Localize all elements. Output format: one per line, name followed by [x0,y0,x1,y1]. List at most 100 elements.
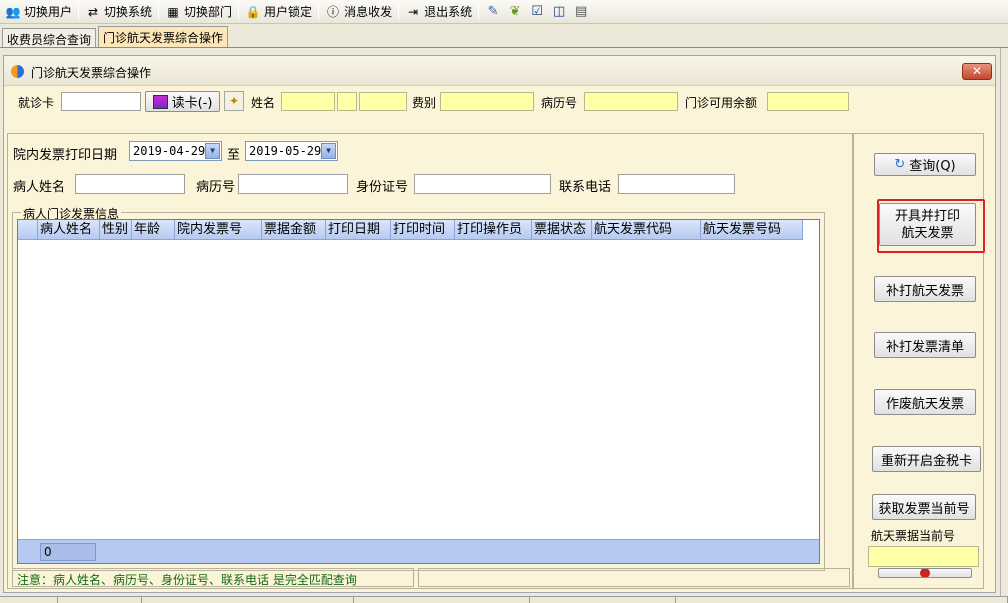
close-button[interactable]: ✕ [962,63,992,80]
name-label: 姓名 [251,96,276,110]
checkbox-icon[interactable]: ☑ [528,3,546,21]
toolbar-separator [158,3,160,20]
phone-input[interactable] [618,174,735,194]
reprint-list-button[interactable]: 补打发票清单 [874,332,976,358]
current-number-field [868,546,979,567]
switch-user-button[interactable]: 👥 切换用户 [2,2,75,22]
current-number-label: 航天票据当前号 [871,529,956,543]
medal-icon[interactable]: ❦ [506,3,524,21]
switch-department-button[interactable]: ▦ 切换部门 [162,2,235,22]
column-header[interactable]: 航天发票号码 [701,220,803,240]
column-header[interactable]: 年龄 [132,220,175,240]
status-cell [58,597,142,603]
card-number-input[interactable] [61,92,141,111]
messages-button[interactable]: ⓘ 消息收发 [322,2,395,22]
lock-user-button[interactable]: 🔒 用户锁定 [242,2,315,22]
to-label: 至 [227,148,241,163]
column-header[interactable]: 打印日期 [326,220,391,240]
column-header[interactable]: 性别 [100,220,132,240]
edit-icon[interactable]: ✎ [484,3,502,21]
status-bar [0,596,1008,603]
reprint-invoice-button[interactable]: 补打航天发票 [874,276,976,302]
column-header[interactable]: 打印时间 [391,220,455,240]
document-tabs: 收费员综合查询 门诊航天发票综合操作 [0,26,1008,48]
read-card-button[interactable]: 读卡(-) [145,91,220,112]
grid-header: 病人姓名 性别 年龄 院内发票号 票据金额 打印日期 打印时间 打印操作员 票据… [18,220,803,240]
messages-label: 消息收发 [344,5,393,19]
switch-user-icon: 👥 [5,4,21,19]
row-indicator-header [18,220,38,240]
print-date-label: 院内发票打印日期 [13,148,118,163]
date-from-picker[interactable]: 2019-04-29 ▼ [129,141,222,161]
void-invoice-button[interactable]: 作废航天发票 [874,389,976,415]
patient-name-input[interactable] [75,174,185,194]
status-cell [0,597,58,603]
column-header[interactable]: 院内发票号 [175,220,262,240]
read-card-label: 读卡(-) [171,96,213,111]
dialog-titlebar: 门诊航天发票综合操作 ✕ [4,56,995,86]
highlight-box [877,199,985,253]
query-button[interactable]: ↻ 查询(Q) [874,153,976,176]
toolbar-separator [478,3,480,20]
age-field [359,92,407,111]
id-number-input[interactable] [414,174,551,194]
exit-button[interactable] [878,568,972,578]
date-to-picker[interactable]: 2019-05-29 ▼ [245,141,338,161]
phone-label: 联系电话 [559,180,612,195]
info-icon: ⓘ [327,4,340,19]
exit-system-label: 退出系统 [424,5,473,19]
card-reader-icon [152,94,168,109]
restart-tax-card-button[interactable]: 重新开启金税卡 [872,446,981,472]
toolbar-separator [238,3,240,20]
fee-type-field [440,92,534,111]
exit-system-button[interactable]: ⇥ 退出系统 [402,2,475,22]
switch-system-label: 切换系统 [104,5,153,19]
match-hint: 注意：病人姓名、病历号、身份证号、联系电话 是完全匹配查询 [12,568,414,587]
column-header[interactable]: 病人姓名 [38,220,100,240]
exit-icon: ⇥ [408,4,419,19]
chevron-down-icon[interactable]: ▼ [321,143,336,159]
gender-field [337,92,357,111]
dialog-title: 门诊航天发票综合操作 [31,66,152,80]
toolbar-separator [318,3,320,20]
switch-department-label: 切换部门 [184,5,233,19]
switch-department-icon: ▦ [167,4,179,19]
status-panel [418,568,850,587]
record-number-input[interactable] [238,174,348,194]
query-label: 查询(Q) [909,159,956,174]
column-header[interactable]: 票据金额 [262,220,326,240]
invoice-dialog: 门诊航天发票综合操作 ✕ 就诊卡 读卡(-) ✦ 姓名 费别 病历号 门诊可用余… [3,55,996,593]
toolbar-separator [78,3,80,20]
window-icon[interactable]: ▤ [572,3,590,21]
get-current-number-button[interactable]: 获取发票当前号 [872,494,976,520]
status-cell [354,597,530,603]
record-count: 0 [40,543,96,561]
column-header[interactable]: 航天发票代码 [592,220,701,240]
broom-icon[interactable]: ✦ [224,91,244,111]
switch-system-button[interactable]: ⇄ 切换系统 [82,2,155,22]
query-panel: 院内发票打印日期 2019-04-29 ▼ 至 2019-05-29 ▼ 病人姓… [7,133,853,589]
status-cell [530,597,676,603]
status-cell [142,597,354,603]
tab-invoice-operation[interactable]: 门诊航天发票综合操作 [98,26,229,47]
lock-user-label: 用户锁定 [264,5,313,19]
id-number-label: 身份证号 [356,180,409,195]
tab-cashier-query[interactable]: 收费员综合查询 [2,28,97,47]
window-scroll-edge [1000,48,1008,596]
column-header[interactable]: 票据状态 [532,220,592,240]
switch-user-label: 切换用户 [24,5,73,19]
main-toolbar: 👥 切换用户 ⇄ 切换系统 ▦ 切换部门 🔒 用户锁定 ⓘ 消息收发 ⇥ 退出系… [0,0,1008,24]
switch-system-icon: ⇄ [87,4,99,19]
columns-icon[interactable]: ◫ [550,3,568,21]
record-number-field [584,92,678,111]
invoice-grid[interactable]: 病人姓名 性别 年龄 院内发票号 票据金额 打印日期 打印时间 打印操作员 票据… [17,219,820,564]
status-cell [676,597,1008,603]
card-label: 就诊卡 [18,96,55,110]
card-info-row: 就诊卡 读卡(-) ✦ 姓名 费别 病历号 门诊可用余额 [4,87,995,130]
exit-icon [920,569,930,577]
date-to-value: 2019-05-29 [249,144,322,158]
column-header[interactable]: 打印操作员 [455,220,532,240]
chevron-down-icon[interactable]: ▼ [205,143,220,159]
date-from-value: 2019-04-29 [133,144,206,158]
lock-user-icon: 🔒 [245,4,261,19]
